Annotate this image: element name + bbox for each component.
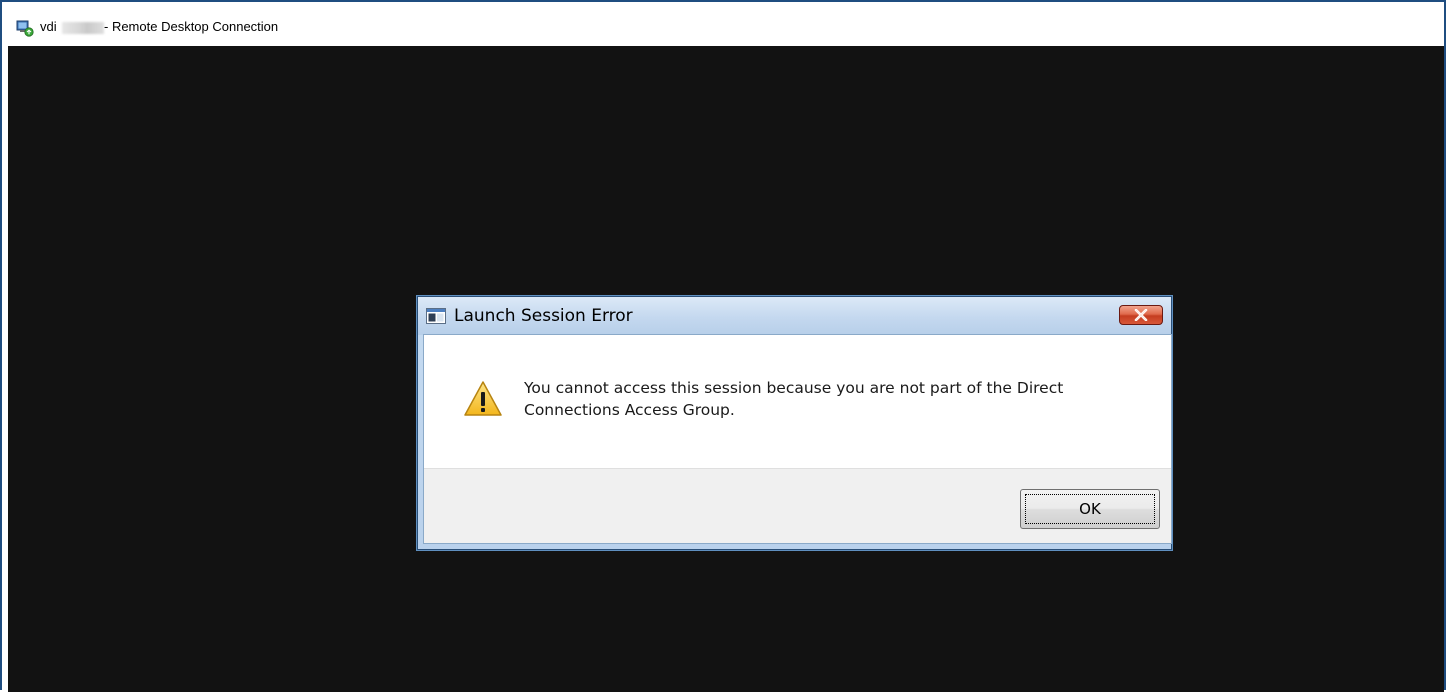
launch-session-error-dialog: Launch Session Error You cannot access t… [416,295,1173,551]
error-message: You cannot access this session because y… [524,379,1064,419]
dialog-button-bar: OK [424,468,1171,543]
dialog-titlebar[interactable]: Launch Session Error [418,297,1171,335]
window-title-prefix: vdi [40,19,57,34]
ok-button-label: OK [1079,500,1101,518]
redacted-hostname [62,22,104,34]
dialog-client-area: You cannot access this session because y… [423,334,1172,544]
dialog-title: Launch Session Error [454,306,633,326]
window-title-suffix: - Remote Desktop Connection [104,19,279,34]
close-button[interactable] [1119,305,1163,325]
warning-icon [463,379,503,419]
dialog-content: You cannot access this session because y… [424,335,1171,468]
rdp-titlebar[interactable]: vdi - Remote Desktop Connection [2,2,1444,42]
application-window-icon [426,308,446,324]
ok-button[interactable]: OK [1020,489,1160,529]
close-icon [1134,309,1148,321]
remote-desktop-icon [16,19,34,37]
